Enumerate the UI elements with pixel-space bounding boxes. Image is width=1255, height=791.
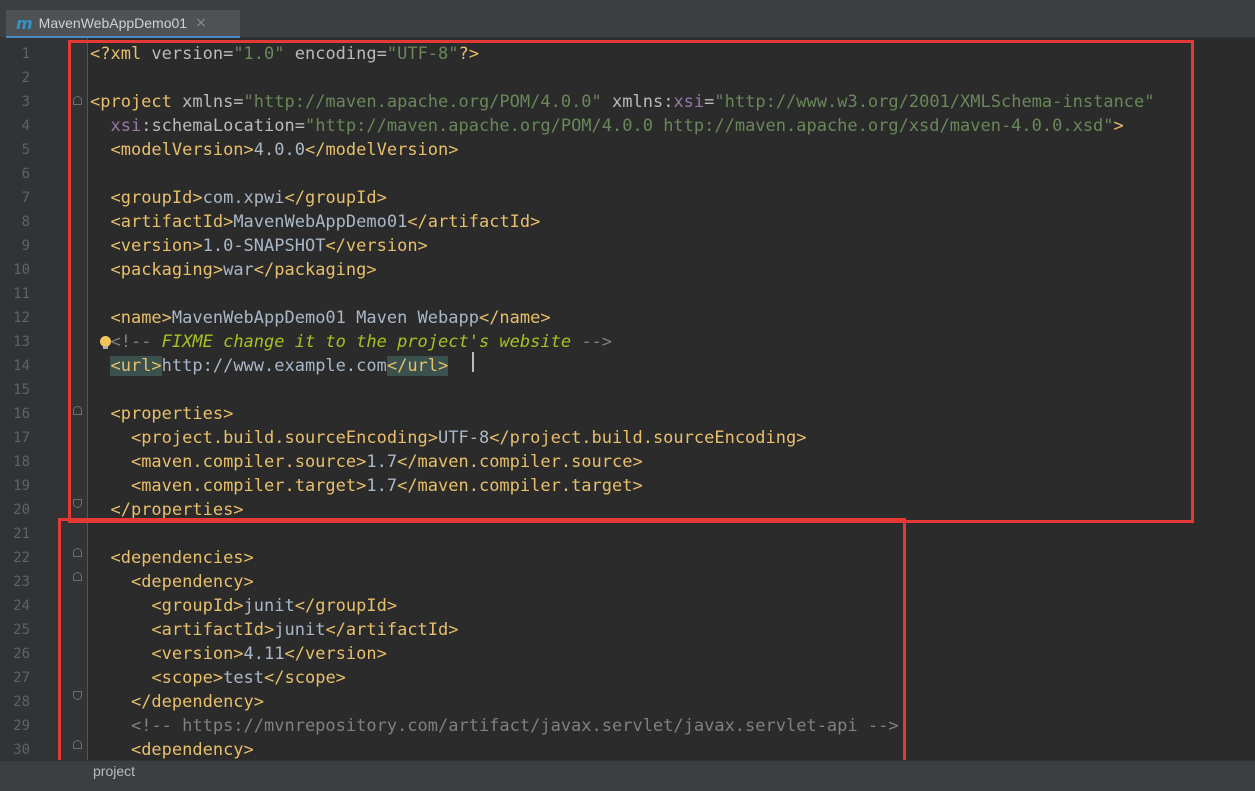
line-number: 1 <box>21 46 30 62</box>
line-number: 5 <box>21 142 30 158</box>
line-number: 29 <box>13 718 30 734</box>
line-number: 12 <box>13 310 30 326</box>
breadcrumb[interactable]: project <box>93 763 135 779</box>
line-number: 13 <box>13 334 30 350</box>
line-number: 10 <box>13 262 30 278</box>
line-number: 30 <box>13 742 30 758</box>
close-icon[interactable]: × <box>195 15 207 31</box>
line-number: 21 <box>13 526 30 542</box>
annotation-box-top <box>68 40 1194 523</box>
tab-title: MavenWebAppDemo01 <box>38 15 188 31</box>
breadcrumb-bar: project <box>0 760 1255 791</box>
annotation-box-bottom <box>58 518 906 769</box>
line-number: 19 <box>13 478 30 494</box>
line-number: 6 <box>21 166 30 182</box>
line-number: 25 <box>13 622 30 638</box>
line-number: 28 <box>13 694 30 710</box>
line-number: 7 <box>21 190 30 206</box>
line-number: 11 <box>13 286 30 302</box>
line-number: 23 <box>13 574 30 590</box>
line-number: 24 <box>13 598 30 614</box>
line-number: 22 <box>13 550 30 566</box>
line-number: 20 <box>13 502 30 518</box>
maven-file-icon: m <box>16 13 33 33</box>
line-number: 8 <box>21 214 30 230</box>
line-number: 3 <box>21 94 30 110</box>
line-number: 9 <box>21 238 30 254</box>
tab-pom-file[interactable]: m MavenWebAppDemo01 × <box>6 10 240 38</box>
line-number: 26 <box>13 646 30 662</box>
line-number: 27 <box>13 670 30 686</box>
line-number: 14 <box>13 358 30 374</box>
line-number: 18 <box>13 454 30 470</box>
line-number: 16 <box>13 406 30 422</box>
editor-tab-bar: m MavenWebAppDemo01 × <box>0 0 1255 38</box>
line-number: 15 <box>13 382 30 398</box>
line-number: 2 <box>21 70 30 86</box>
line-number: 17 <box>13 430 30 446</box>
line-number: 4 <box>21 118 30 134</box>
